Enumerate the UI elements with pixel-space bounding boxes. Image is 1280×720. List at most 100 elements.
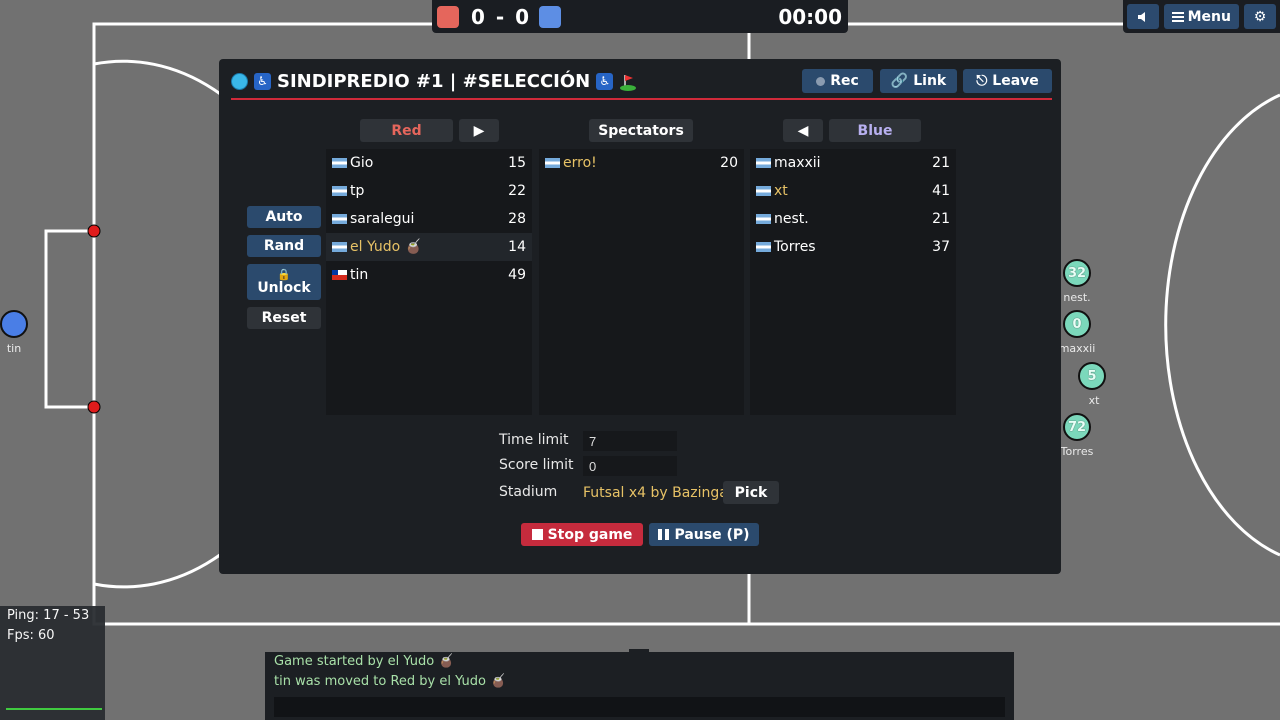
player-value: 22 bbox=[508, 183, 526, 199]
player-value: 21 bbox=[932, 211, 950, 227]
network-stats: Ping: 17 - 53 Fps: 60 bbox=[0, 606, 105, 720]
leave-label: Leave bbox=[992, 73, 1039, 89]
rand-button[interactable]: Rand bbox=[247, 235, 321, 257]
list-item[interactable]: Gio 15 bbox=[326, 149, 532, 177]
player-value: 41 bbox=[932, 183, 950, 199]
link-label: Link bbox=[913, 73, 947, 89]
stop-icon bbox=[531, 529, 543, 540]
player-value: 28 bbox=[508, 211, 526, 227]
rec-label: Rec bbox=[830, 73, 859, 89]
list-item[interactable]: Torres 37 bbox=[750, 233, 956, 261]
red-team-list[interactable]: Gio 15 tp 22 saralegui 28 el Yudo 🧉 14 t… bbox=[326, 149, 532, 415]
exit-icon: ⎋ bbox=[976, 73, 988, 89]
globe-icon bbox=[231, 73, 248, 90]
blue-team-list[interactable]: maxxii 21 xt 41 nest. 21 Torres 37 bbox=[750, 149, 956, 415]
score-limit-label: Score limit bbox=[499, 457, 574, 473]
stop-label: Stop game bbox=[547, 526, 633, 543]
field-player-name: xt bbox=[1088, 394, 1100, 407]
chat-message: tin was moved to Red by el Yudo 🧉 bbox=[274, 674, 507, 689]
spectators-list[interactable]: erro! 20 bbox=[539, 149, 744, 415]
field-player-maxxii: 0 bbox=[1063, 310, 1091, 338]
field-player-name: tin bbox=[6, 342, 22, 355]
arrow-left-icon: ◀ bbox=[797, 122, 809, 139]
field-player-nest: 32 bbox=[1063, 259, 1091, 287]
unlock-button[interactable]: 🔒 Unlock bbox=[247, 264, 321, 300]
argentina-flag-icon bbox=[756, 242, 771, 252]
gear-icon: ⚙ bbox=[1253, 8, 1267, 25]
link-icon: 🔗 bbox=[890, 73, 909, 89]
leave-button[interactable]: ⎋ Leave bbox=[963, 69, 1052, 93]
field-player-tin bbox=[0, 310, 28, 338]
player-name: Torres bbox=[774, 239, 816, 255]
room-title-bar: ♿ SINDIPREDIO #1 | #SELECCIÓN ♿ bbox=[231, 71, 637, 92]
pick-stadium-button[interactable]: Pick bbox=[723, 481, 779, 504]
chat-resize-handle[interactable] bbox=[629, 649, 649, 652]
argentina-flag-icon bbox=[756, 214, 771, 224]
list-item[interactable]: maxxii 21 bbox=[750, 149, 956, 177]
fps-readout: Fps: 60 bbox=[7, 628, 55, 643]
ping-readout: Ping: 17 - 53 bbox=[7, 608, 90, 623]
list-item[interactable]: tin 49 bbox=[326, 261, 532, 289]
red-team-header[interactable]: Red bbox=[360, 119, 453, 142]
lock-icon: 🔒 bbox=[277, 267, 291, 281]
player-name: nest. bbox=[774, 211, 809, 227]
settings-button[interactable]: ⚙ bbox=[1244, 4, 1276, 29]
record-icon bbox=[816, 76, 826, 86]
pause-label: Pause (P) bbox=[674, 526, 750, 543]
accessibility-icon: ♿ bbox=[596, 73, 614, 90]
accessibility-icon: ♿ bbox=[254, 73, 271, 90]
link-button[interactable]: 🔗 Link bbox=[880, 69, 957, 93]
stadium-name: Futsal x4 by Bazinga... bbox=[583, 485, 742, 501]
list-item[interactable]: erro! 20 bbox=[539, 149, 744, 177]
list-item[interactable]: saralegui 28 bbox=[326, 205, 532, 233]
arrow-right-icon: ▶ bbox=[473, 122, 485, 139]
room-dialog: ♿ SINDIPREDIO #1 | #SELECCIÓN ♿ Rec 🔗 Li… bbox=[219, 59, 1061, 574]
rec-button[interactable]: Rec bbox=[802, 69, 873, 93]
sound-button[interactable] bbox=[1126, 4, 1159, 29]
field-player-torres: 72 bbox=[1063, 413, 1091, 441]
top-right-toolbar: Menu ⚙ bbox=[1122, 0, 1280, 33]
player-name: tp bbox=[350, 183, 365, 199]
player-name: tin bbox=[350, 267, 369, 283]
score-limit-input[interactable] bbox=[583, 456, 677, 476]
list-item[interactable]: tp 22 bbox=[326, 177, 532, 205]
argentina-flag-icon bbox=[332, 242, 347, 252]
field-player-xt: 5 bbox=[1078, 362, 1106, 390]
player-value: 37 bbox=[932, 239, 950, 255]
auto-button[interactable]: Auto bbox=[247, 206, 321, 228]
game-timer: 00:00 bbox=[778, 5, 842, 29]
menu-button[interactable]: Menu bbox=[1163, 4, 1239, 29]
reset-button[interactable]: Reset bbox=[247, 307, 321, 329]
player-value: 15 bbox=[508, 155, 526, 171]
argentina-flag-icon bbox=[756, 186, 771, 196]
argentina-flag-icon bbox=[545, 158, 560, 168]
menu-label: Menu bbox=[1187, 8, 1231, 25]
time-limit-input[interactable] bbox=[583, 431, 677, 451]
speaker-icon bbox=[1137, 11, 1145, 22]
player-name: Gio bbox=[350, 155, 374, 171]
blue-team-indicator bbox=[539, 5, 562, 28]
stop-game-button[interactable]: Stop game bbox=[521, 523, 643, 546]
player-value: 14 bbox=[508, 239, 526, 255]
chat-panel: Game started by el Yudo 🧉 tin was moved … bbox=[265, 649, 1014, 720]
player-name: el Yudo 🧉 bbox=[350, 239, 423, 255]
pause-button[interactable]: Pause (P) bbox=[649, 523, 759, 546]
argentina-flag-icon bbox=[332, 158, 347, 168]
spectators-header[interactable]: Spectators bbox=[589, 119, 693, 142]
blue-team-header[interactable]: Blue bbox=[829, 119, 921, 142]
argentina-flag-icon bbox=[756, 158, 771, 168]
list-item[interactable]: nest. 21 bbox=[750, 205, 956, 233]
list-item[interactable]: el Yudo 🧉 14 bbox=[326, 233, 532, 261]
argentina-flag-icon bbox=[332, 186, 347, 196]
player-name: xt bbox=[774, 183, 788, 199]
player-value: 20 bbox=[720, 155, 738, 171]
list-item[interactable]: xt 41 bbox=[750, 177, 956, 205]
argentina-flag-icon bbox=[332, 214, 347, 224]
move-right-button[interactable]: ▶ bbox=[459, 119, 499, 142]
move-left-button[interactable]: ◀ bbox=[783, 119, 823, 142]
chat-input[interactable] bbox=[274, 697, 1005, 717]
unlock-label: Unlock bbox=[257, 279, 311, 296]
stadium-label: Stadium bbox=[499, 484, 558, 500]
player-value: 21 bbox=[932, 155, 950, 171]
chile-flag-icon bbox=[332, 270, 347, 280]
